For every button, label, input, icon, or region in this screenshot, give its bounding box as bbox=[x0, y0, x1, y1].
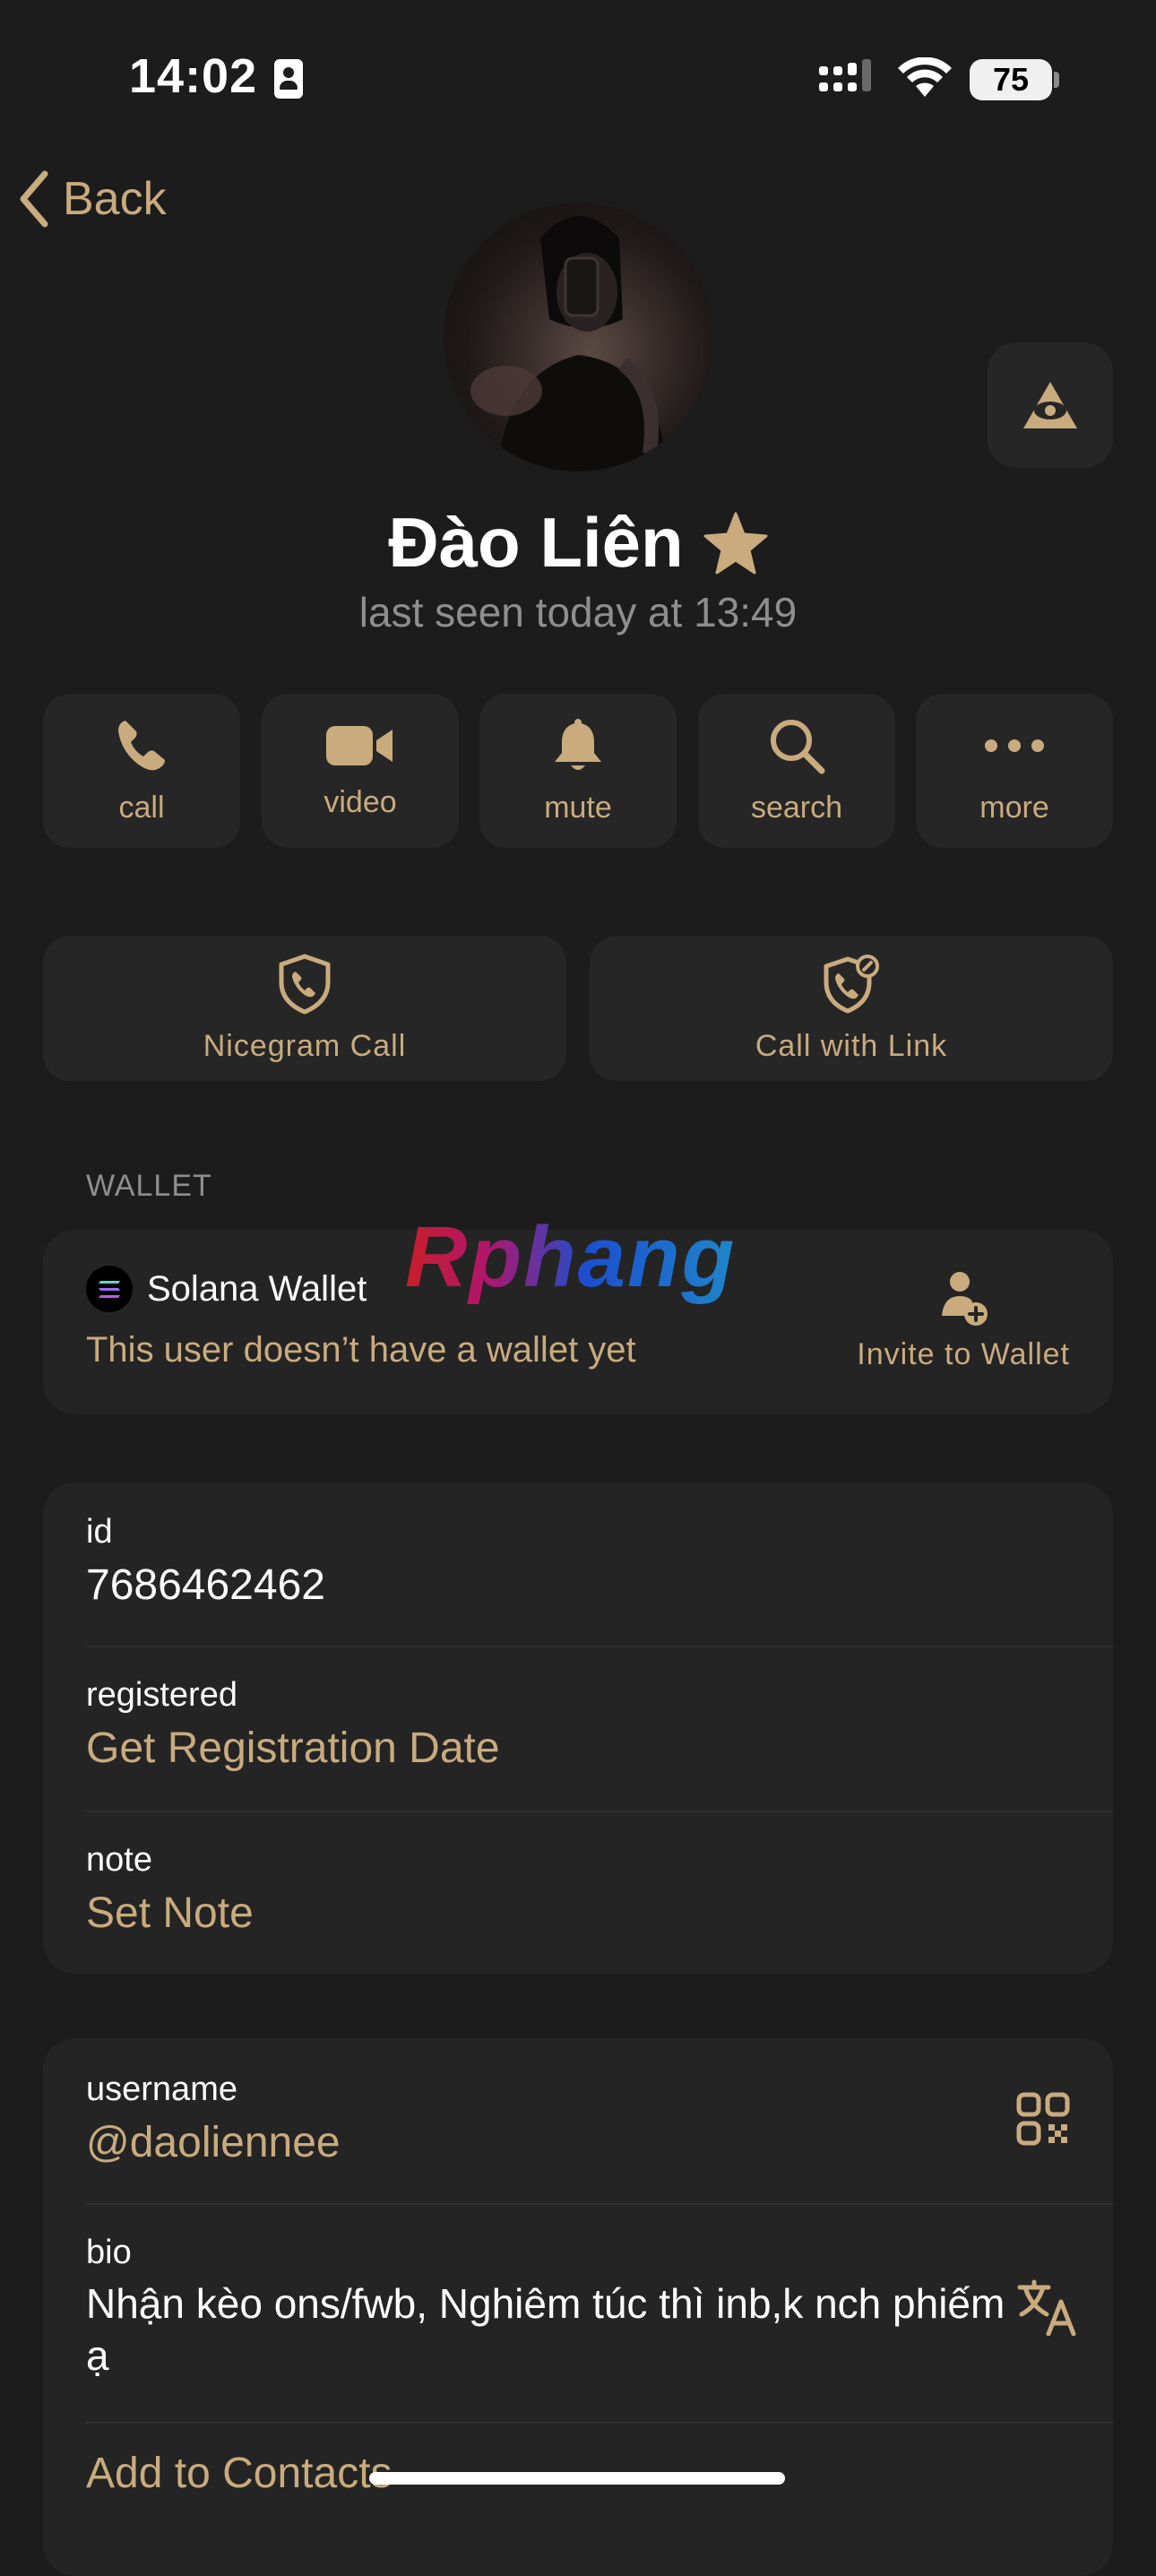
wifi-icon bbox=[898, 57, 952, 99]
call-with-link-label: Call with Link bbox=[755, 1028, 948, 1063]
call-action-button[interactable]: call bbox=[43, 694, 240, 848]
video-camera-icon bbox=[326, 722, 394, 769]
wallet-section-header: WALLET bbox=[86, 1169, 212, 1203]
phone-icon bbox=[113, 717, 170, 774]
qr-code-icon[interactable] bbox=[1016, 2092, 1070, 2146]
nicegram-call-label: Nicegram Call bbox=[203, 1028, 407, 1063]
note-row[interactable]: note Set Note bbox=[86, 1841, 254, 1938]
search-label: search bbox=[750, 790, 843, 825]
battery-indicator: 75 bbox=[970, 59, 1052, 100]
back-label: Back bbox=[63, 173, 167, 225]
add-person-icon bbox=[938, 1269, 988, 1327]
registered-label: registered bbox=[86, 1676, 237, 1714]
more-action-button[interactable]: more bbox=[916, 694, 1113, 848]
bio-label: bio bbox=[86, 2234, 132, 2271]
id-value: 7686462462 bbox=[86, 1561, 325, 1609]
invite-to-wallet-button[interactable]: Invite to Wallet bbox=[857, 1269, 1070, 1372]
eye-pyramid-button[interactable] bbox=[988, 342, 1113, 468]
cellular-signal-icon bbox=[819, 59, 873, 99]
eye-pyramid-icon bbox=[1022, 380, 1079, 430]
get-registration-date-link[interactable]: Get Registration Date bbox=[86, 1724, 500, 1773]
call-with-link-button[interactable]: Call with Link bbox=[590, 936, 1113, 1081]
username-value[interactable]: @daoliennee bbox=[86, 2118, 341, 2167]
more-dots-icon bbox=[984, 717, 1045, 774]
avatar-photo bbox=[470, 216, 668, 471]
divider bbox=[86, 1646, 1113, 1647]
bell-icon bbox=[551, 717, 605, 774]
wallet-title-row: Solana Wallet bbox=[86, 1266, 367, 1312]
id-row[interactable]: id 7686462462 bbox=[86, 1513, 325, 1610]
star-icon bbox=[703, 512, 768, 575]
note-label: note bbox=[86, 1841, 152, 1879]
bio-text: Nhận kèo ons/fwb, Nghiêm túc thì inb,k n… bbox=[86, 2280, 1005, 2379]
registered-row[interactable]: registered Get Registration Date bbox=[86, 1676, 500, 1773]
wallet-empty-message: This user doesn’t have a wallet yet bbox=[86, 1330, 636, 1370]
add-to-contacts-button[interactable]: Add to Contacts bbox=[86, 2449, 393, 2498]
mute-label: mute bbox=[544, 790, 612, 825]
link-phone-icon bbox=[821, 954, 882, 1015]
shield-phone-icon bbox=[276, 954, 333, 1015]
invite-to-wallet-label: Invite to Wallet bbox=[857, 1337, 1070, 1371]
search-icon bbox=[768, 717, 825, 774]
solana-logo-icon bbox=[86, 1266, 133, 1312]
bio-row[interactable]: bio Nhận kèo ons/fwb, Nghiêm túc thì inb… bbox=[86, 2234, 1018, 2382]
more-label: more bbox=[979, 790, 1049, 825]
nicegram-call-button[interactable]: Nicegram Call bbox=[43, 936, 566, 1081]
divider bbox=[86, 1811, 1113, 1812]
video-action-button[interactable]: video bbox=[262, 694, 459, 848]
profile-avatar[interactable] bbox=[444, 203, 712, 471]
last-seen-status: last seen today at 13:49 bbox=[358, 589, 798, 635]
username-row[interactable]: username @daoliennee bbox=[86, 2070, 341, 2167]
status-time: 14:02 bbox=[129, 49, 258, 103]
divider bbox=[86, 2422, 1113, 2424]
id-label: id bbox=[86, 1513, 113, 1551]
call-label: call bbox=[118, 790, 165, 825]
add-to-contacts-row[interactable]: Add to Contacts bbox=[86, 2449, 393, 2498]
chevron-left-icon bbox=[18, 170, 50, 228]
profile-name: Đào Liên bbox=[388, 503, 684, 582]
username-label: username bbox=[86, 2070, 237, 2108]
battery-cap bbox=[1054, 72, 1059, 88]
profile-name-row: Đào Liên bbox=[0, 502, 1156, 583]
translate-icon[interactable] bbox=[1016, 2278, 1081, 2336]
video-label: video bbox=[324, 784, 397, 819]
search-action-button[interactable]: search bbox=[698, 694, 895, 848]
wallet-title: Solana Wallet bbox=[147, 1268, 367, 1309]
profile-details-card: username @daoliennee bio Nhận kèo ons/fw… bbox=[43, 2038, 1113, 2576]
back-button[interactable]: Back bbox=[18, 170, 167, 228]
watermark-logo: Rphang bbox=[405, 1209, 737, 1305]
info-card: id 7686462462 registered Get Registratio… bbox=[43, 1482, 1113, 1974]
contact-card-icon bbox=[274, 59, 303, 99]
set-note-link[interactable]: Set Note bbox=[86, 1889, 254, 1938]
divider bbox=[86, 2203, 1113, 2205]
home-indicator[interactable] bbox=[369, 2472, 785, 2485]
mute-action-button[interactable]: mute bbox=[479, 694, 677, 848]
